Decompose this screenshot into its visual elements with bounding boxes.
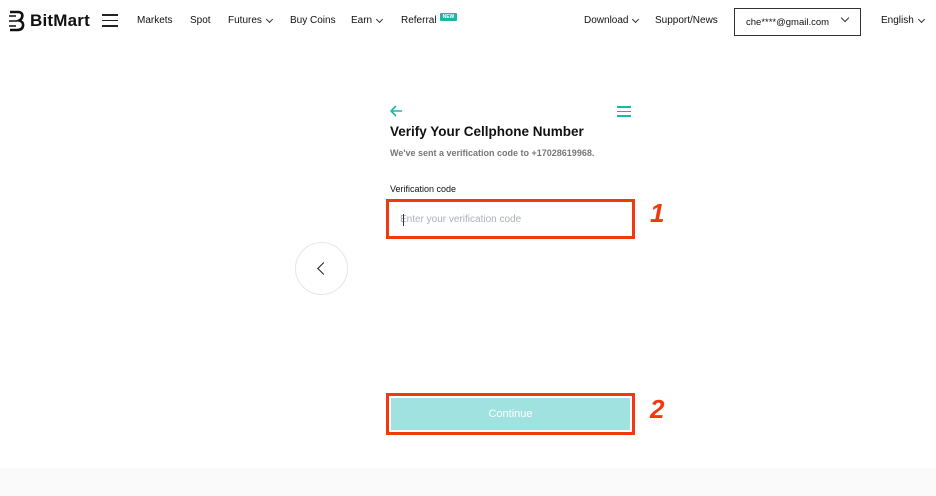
chevron-left-icon <box>317 262 330 275</box>
chevron-down-icon <box>376 15 384 23</box>
page-title: Verify Your Cellphone Number <box>390 124 584 139</box>
account-email: che****@gmail.com <box>746 16 830 28</box>
top-navbar: BitMart Markets Spot Futures Buy Coins E… <box>0 0 936 44</box>
nav-buy-coins-label: Buy Coins <box>290 15 336 26</box>
back-button[interactable] <box>295 242 348 295</box>
nav-spot[interactable]: Spot <box>190 15 211 26</box>
new-badge: NEW <box>439 12 458 21</box>
logo-text: BitMart <box>30 11 90 30</box>
nav-futures-label: Futures <box>228 15 262 26</box>
nav-referral-label: Referral <box>401 15 437 26</box>
verification-code-highlight <box>386 199 635 239</box>
footer-band <box>0 468 936 496</box>
nav-buy-coins[interactable]: Buy Coins <box>290 15 336 26</box>
verification-code-label: Verification code <box>390 184 457 194</box>
nav-earn[interactable]: Earn <box>351 15 384 26</box>
chevron-down-icon <box>840 13 850 23</box>
account-dropdown[interactable]: che****@gmail.com <box>734 8 861 36</box>
language-selector[interactable]: English <box>881 15 925 26</box>
chevron-down-icon <box>632 15 640 23</box>
nav-earn-label: Earn <box>351 15 373 26</box>
chevron-down-icon <box>265 15 273 23</box>
bitmart-logo-icon <box>9 10 25 32</box>
bitmart-logo[interactable]: BitMart <box>8 10 90 32</box>
nav-support-news[interactable]: Support/News <box>655 15 718 26</box>
continue-button-highlight: Continue <box>386 393 635 435</box>
arrow-left-icon[interactable] <box>389 104 403 118</box>
nav-support-label: Support/News <box>655 15 718 26</box>
nav-download[interactable]: Download <box>584 15 640 26</box>
page-subtitle: We've sent a verification code to +17028… <box>390 148 595 158</box>
language-label: English <box>881 15 914 26</box>
text-caret <box>403 214 404 226</box>
verification-code-input[interactable] <box>392 205 629 233</box>
nav-markets-label: Markets <box>137 15 173 26</box>
main-menu-icon[interactable] <box>102 14 118 27</box>
chevron-down-icon <box>917 15 925 23</box>
nav-download-label: Download <box>584 15 629 26</box>
menu-icon[interactable] <box>617 106 631 117</box>
nav-futures[interactable]: Futures <box>228 15 273 26</box>
nav-markets[interactable]: Markets <box>137 15 173 26</box>
nav-referral[interactable]: Referral NEW <box>401 12 458 26</box>
continue-button[interactable]: Continue <box>391 398 630 430</box>
annotation-number-1: 1 <box>650 198 665 228</box>
nav-spot-label: Spot <box>190 15 211 26</box>
annotation-number-2: 2 <box>650 394 665 424</box>
